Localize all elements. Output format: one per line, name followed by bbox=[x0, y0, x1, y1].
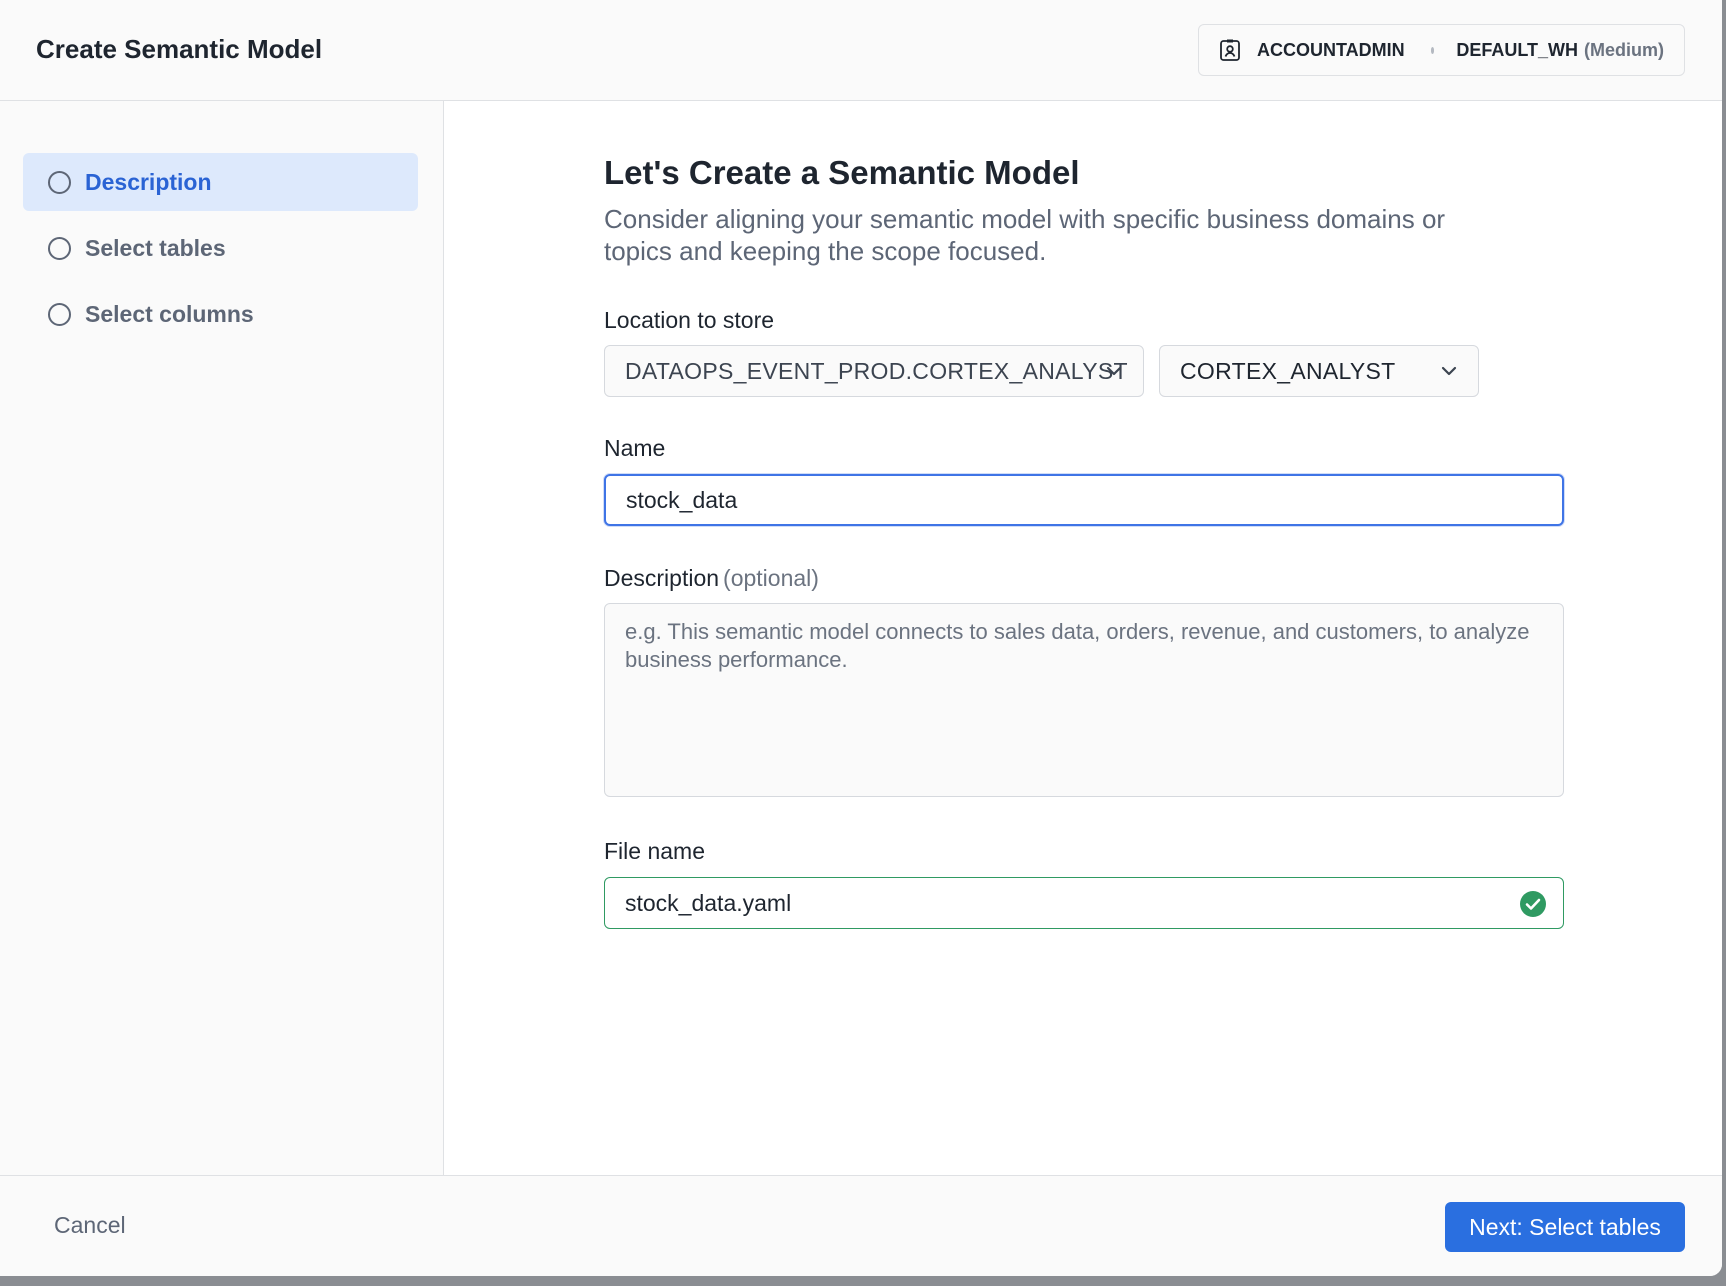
database-select[interactable]: DATAOPS_EVENT_PROD.CORTEX_ANALYST bbox=[604, 345, 1144, 397]
next-select-tables-button[interactable]: Next: Select tables bbox=[1445, 1202, 1685, 1252]
schema-select[interactable]: CORTEX_ANALYST bbox=[1159, 345, 1479, 397]
check-circle-icon bbox=[1520, 891, 1546, 917]
page-title: Let's Create a Semantic Model bbox=[604, 154, 1080, 191]
warehouse-name: DEFAULT_WH bbox=[1456, 39, 1578, 60]
step-description[interactable]: Description bbox=[23, 153, 418, 211]
description-label-text: Description bbox=[604, 565, 720, 591]
chevron-down-icon bbox=[1441, 366, 1457, 376]
step-select-tables[interactable]: Select tables bbox=[23, 219, 418, 277]
dialog-title: Create Semantic Model bbox=[36, 34, 323, 64]
description-label: Description (optional) bbox=[604, 565, 819, 592]
database-select-value: DATAOPS_EVENT_PROD.CORTEX_ANALYST bbox=[625, 357, 1128, 384]
name-label: Name bbox=[604, 435, 666, 461]
warehouse-size: (Medium) bbox=[1584, 39, 1664, 60]
chevron-down-icon bbox=[1106, 366, 1122, 376]
session-context[interactable]: ACCOUNTADMIN DEFAULT_WH (Medium) bbox=[1198, 24, 1685, 76]
page-subtitle: Consider aligning your semantic model wi… bbox=[604, 204, 1446, 266]
main-form: Let's Create a Semantic Model Consider a… bbox=[445, 101, 1722, 1175]
description-textarea[interactable]: e.g. This semantic model connects to sal… bbox=[604, 603, 1564, 797]
dialog-header: Create Semantic Model ACCOUNTADMIN DEFAU… bbox=[0, 0, 1722, 101]
step-label: Select columns bbox=[85, 300, 254, 327]
description-placeholder: e.g. This semantic model connects to sal… bbox=[625, 619, 1530, 672]
step-circle-icon bbox=[48, 170, 71, 194]
role-name: ACCOUNTADMIN bbox=[1257, 39, 1405, 60]
cancel-button[interactable]: Cancel bbox=[54, 1212, 126, 1239]
step-circle-icon bbox=[48, 236, 71, 260]
file-name-input-value: stock_data.yaml bbox=[625, 889, 792, 916]
separator-dot bbox=[1430, 46, 1435, 54]
step-label: Select tables bbox=[85, 234, 226, 261]
file-name-input[interactable]: stock_data.yaml bbox=[604, 877, 1564, 929]
wizard-steps-sidebar: Description Select tables Select columns bbox=[0, 101, 444, 1175]
step-circle-icon bbox=[48, 302, 71, 326]
schema-select-value: CORTEX_ANALYST bbox=[1180, 357, 1396, 384]
name-input-value: stock_data bbox=[626, 486, 738, 513]
step-label: Description bbox=[85, 168, 212, 195]
step-select-columns[interactable]: Select columns bbox=[23, 285, 418, 343]
create-semantic-model-dialog: Create Semantic Model ACCOUNTADMIN DEFAU… bbox=[0, 0, 1722, 1276]
name-input[interactable]: stock_data bbox=[604, 474, 1564, 526]
dialog-footer: Cancel Next: Select tables bbox=[0, 1175, 1722, 1276]
location-label: Location to store bbox=[604, 307, 775, 333]
optional-hint: (optional) bbox=[723, 565, 819, 591]
file-name-label: File name bbox=[604, 838, 705, 864]
role-badge-icon bbox=[1219, 38, 1241, 62]
